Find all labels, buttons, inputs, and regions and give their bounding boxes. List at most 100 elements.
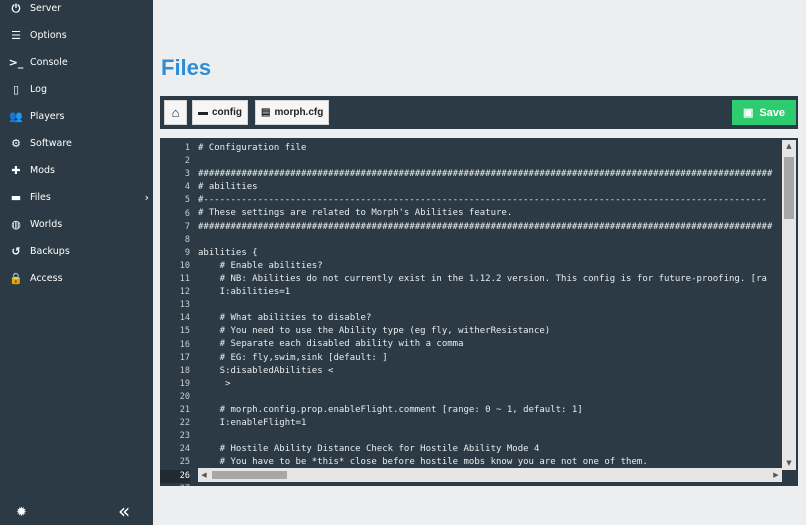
sidebar-nav: ⏻ Server ☰ Options >_ Console ▯ Log 👥 Players ⚙ Sof…	[0, 0, 153, 292]
sidebar-item-label: Server	[30, 3, 62, 14]
breadcrumb-file-button[interactable]: ▤ morph.cfg	[255, 100, 330, 125]
sidebar-item-files[interactable]: ▬ Files ›	[0, 184, 153, 211]
line-number: 1	[184, 143, 190, 153]
code-line[interactable]: # Separate each disabled ability with a …	[198, 338, 780, 351]
scroll-left-icon[interactable]: ◀	[198, 468, 210, 482]
sidebar-item-options[interactable]: ☰ Options	[0, 22, 153, 49]
file-icon: ▯	[12, 83, 20, 96]
sidebar-item-mods[interactable]: ✚ Mods	[0, 157, 153, 184]
line-number: 7	[184, 221, 190, 232]
line-number: 22	[179, 418, 190, 429]
file-icon: ▤	[261, 107, 271, 118]
code-line[interactable]	[198, 430, 780, 443]
sidebar-item-label: Log	[30, 84, 47, 95]
sidebar-item-access[interactable]: 🔒 Access	[0, 265, 153, 292]
line-number: 13	[179, 300, 190, 311]
breadcrumb-home-button[interactable]: ⌂	[164, 100, 187, 125]
line-number: 9	[184, 247, 190, 258]
line-number: 20	[179, 391, 190, 402]
sidebar-item-label: Options	[30, 30, 67, 41]
code-line[interactable]	[198, 482, 780, 486]
code-line[interactable]: I:enableFlight=1	[198, 417, 780, 430]
line-number: 8	[184, 234, 190, 245]
code-content[interactable]: # Configuration file ####################…	[198, 142, 780, 486]
sidebar-item-label: Worlds	[30, 219, 63, 230]
page-title: Files	[161, 55, 212, 80]
save-button[interactable]: ▣ Save	[732, 100, 796, 125]
line-number: 2	[184, 156, 190, 167]
code-line[interactable]: # NB: Abilities do not currently exist i…	[198, 273, 780, 286]
file-toolbar: ⌂ ▬ config ▤ morph.cfg ▣ Save	[160, 96, 798, 129]
code-line[interactable]	[198, 234, 780, 247]
line-number: 10	[179, 260, 190, 271]
code-line[interactable]: #---------------------------------------…	[198, 194, 780, 207]
settings-icon[interactable]: ✹	[16, 505, 27, 520]
sidebar-item-label: Files	[30, 192, 51, 203]
code-line[interactable]	[198, 391, 780, 404]
cogs-icon: ⚙	[11, 137, 21, 150]
code-line[interactable]: # EG: fly,swim,sink [default: ]	[198, 352, 780, 365]
folder-icon: ▬	[10, 191, 22, 204]
sidebar-item-label: Backups	[30, 246, 70, 257]
sidebar-footer: ✹ «	[0, 497, 153, 525]
line-number: 4	[184, 182, 190, 193]
code-line[interactable]	[198, 299, 780, 312]
vertical-scroll-thumb[interactable]	[784, 157, 794, 219]
sidebar-item-players[interactable]: 👥 Players	[0, 103, 153, 130]
line-number: 24	[179, 444, 190, 455]
globe-icon: ◍	[11, 218, 21, 231]
save-label: Save	[759, 106, 786, 119]
line-number: 19	[179, 378, 190, 389]
line-number: 17	[179, 352, 190, 363]
line-number: 26	[160, 469, 190, 483]
sidebar-item-software[interactable]: ⚙ Software	[0, 130, 153, 157]
sidebar-item-label: Mods	[30, 165, 55, 176]
sidebar-item-backups[interactable]: ↺ Backups	[0, 238, 153, 265]
line-number: 14	[179, 313, 190, 324]
line-number: 23	[179, 431, 190, 442]
horizontal-scroll-thumb[interactable]	[212, 471, 287, 479]
code-line[interactable]: # What abilities to disable?	[198, 312, 780, 325]
code-line[interactable]: abilities {	[198, 247, 780, 260]
code-line[interactable]: ########################################…	[198, 168, 780, 181]
code-editor[interactable]: 1 2 3 4 5 6 7 8 9 10 11 12 13 14 15 16 17 18 19 20 21 22 23 24 2…	[160, 138, 798, 486]
code-line[interactable]: # You need to use the Ability type (eg f…	[198, 325, 780, 338]
code-line[interactable]: >	[198, 378, 780, 391]
sidebar-item-label: Access	[30, 273, 63, 284]
scroll-up-icon[interactable]: ▲	[782, 140, 796, 153]
breadcrumb-folder-button[interactable]: ▬ config	[192, 100, 248, 125]
line-number: 27	[160, 483, 190, 486]
horizontal-scrollbar[interactable]: ◀ ▶	[198, 468, 782, 482]
code-line[interactable]: # morph.config.prop.enableFlight.comment…	[198, 404, 780, 417]
code-line[interactable]	[198, 155, 780, 168]
power-icon: ⏻	[11, 1, 21, 15]
code-line[interactable]: I:abilities=1	[198, 286, 780, 299]
sidebar-item-console[interactable]: >_ Console	[0, 49, 153, 76]
scroll-right-icon[interactable]: ▶	[770, 468, 782, 482]
folder-icon: ▬	[198, 107, 208, 118]
sidebar-item-label: Software	[30, 138, 72, 149]
code-line[interactable]: # Configuration file	[198, 142, 780, 155]
line-number: 5	[184, 195, 190, 206]
sidebar-item-label: Players	[30, 111, 65, 122]
code-line[interactable]: # Enable abilities?	[198, 260, 780, 273]
sidebar-item-server[interactable]: ⏻ Server	[0, 0, 153, 22]
line-number: 21	[179, 405, 190, 415]
line-number-gutter: 1 2 3 4 5 6 7 8 9 10 11 12 13 14 15 16 17 18 19 20 21 22 23 24 2…	[160, 138, 194, 486]
sidebar-item-log[interactable]: ▯ Log	[0, 76, 153, 103]
line-number: 6	[184, 208, 190, 219]
code-line[interactable]: # These settings are related to Morph's …	[198, 207, 780, 220]
line-number: 12	[179, 287, 190, 298]
line-number: 3	[184, 169, 190, 180]
collapse-sidebar-icon[interactable]: «	[118, 499, 130, 523]
line-number: 11	[179, 274, 190, 284]
breadcrumb-file-label: morph.cfg	[274, 107, 324, 118]
line-number: 15	[179, 326, 190, 337]
sidebar-item-worlds[interactable]: ◍ Worlds	[0, 211, 153, 238]
code-line[interactable]: S:disabledAbilities <	[198, 365, 780, 378]
code-line[interactable]: ########################################…	[198, 221, 780, 234]
scroll-down-icon[interactable]: ▼	[782, 457, 796, 470]
vertical-scrollbar[interactable]: ▲ ▼	[782, 140, 796, 470]
code-line[interactable]: # abilities	[198, 181, 780, 194]
code-line[interactable]: # Hostile Ability Distance Check for Hos…	[198, 443, 780, 456]
